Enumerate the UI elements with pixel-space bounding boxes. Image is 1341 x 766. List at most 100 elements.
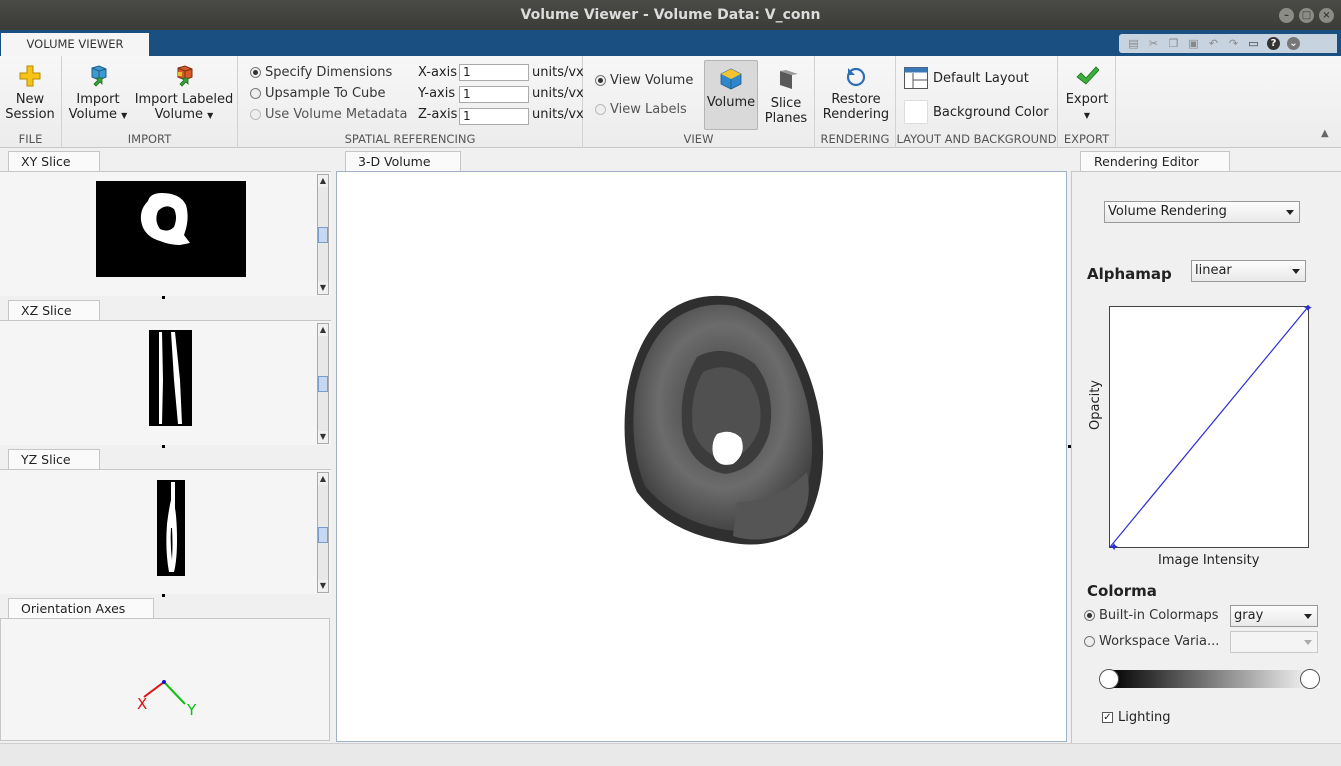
workspace-variable-radio[interactable]: Workspace Varia... (1084, 634, 1219, 649)
yz-slice-marker (162, 594, 165, 597)
scroll-up-icon[interactable]: ▲ (318, 175, 328, 187)
z-axis-input[interactable]: 1 (459, 108, 529, 125)
tab-orientation-axes[interactable]: Orientation Axes (8, 598, 154, 618)
alphamap-ylabel: Opacity (1088, 379, 1103, 430)
colormap-handle-left[interactable] (1099, 669, 1119, 689)
tab-yz-slice[interactable]: YZ Slice (8, 449, 100, 469)
toolstrip: New Session FILE Import Volume ▼ Import … (0, 56, 1341, 148)
window-icon[interactable]: ▭ (1247, 37, 1260, 50)
z-axis-units: units/vx (532, 107, 584, 122)
import-cube-icon (91, 65, 107, 87)
background-swatch (904, 100, 928, 124)
xz-slice-scrollbar[interactable]: ▲ ▼ (317, 323, 329, 444)
view-labels-radio[interactable]: View Labels (595, 102, 687, 117)
slice-planes-button[interactable]: Slice Planes (760, 68, 812, 126)
alphamap-title: Alphamap (1087, 265, 1172, 283)
volume-button[interactable]: Volume (704, 60, 758, 130)
scroll-thumb[interactable] (318, 227, 328, 243)
chevron-down-icon: ▼ (207, 111, 214, 120)
workspace-variable-dropdown[interactable] (1230, 631, 1318, 653)
new-session-button[interactable]: New Session (4, 64, 56, 122)
paste-icon[interactable]: ▣ (1187, 37, 1200, 50)
spatial-referencing-label: SPATIAL REFERENCING (344, 132, 476, 146)
alphamap-control-point[interactable]: ✦ (1109, 540, 1119, 551)
expand-icon[interactable]: ⌄ (1287, 37, 1300, 50)
scroll-thumb[interactable] (318, 527, 328, 543)
orientation-axes-widget[interactable] (1, 619, 331, 742)
view-group-label: VIEW (683, 132, 714, 146)
restore-rendering-button[interactable]: Restore Rendering (821, 64, 891, 122)
colormap-title: Colorma (1087, 582, 1157, 600)
scroll-up-icon[interactable]: ▲ (318, 473, 328, 485)
checkbox-icon: ✓ (1102, 712, 1113, 723)
xz-slice-image (149, 330, 192, 426)
upsample-to-cube-radio[interactable]: Upsample To Cube (250, 86, 386, 101)
slice-planes-icon (780, 70, 798, 89)
save-icon[interactable]: ▤ (1127, 37, 1140, 50)
x-axis-input[interactable]: 1 (459, 64, 529, 81)
copy-icon[interactable]: ❐ (1167, 37, 1180, 50)
yz-slice-panel: ▲ ▼ (0, 469, 331, 597)
tab-xy-slice[interactable]: XY Slice (8, 151, 100, 171)
use-volume-metadata-radio[interactable]: Use Volume Metadata (250, 107, 407, 122)
xz-slice-panel: ▲ ▼ (0, 320, 331, 448)
orientation-axes-panel: X Y (0, 618, 330, 741)
alphamap-control-point[interactable]: ✦ (1303, 305, 1312, 315)
import-labeled-volume-button[interactable]: Import Labeled Volume ▼ (134, 64, 234, 123)
scroll-thumb[interactable] (318, 376, 328, 392)
background-color-button[interactable]: Background Color (904, 100, 1049, 124)
xz-slice-marker (162, 445, 165, 448)
colormap-handle-right[interactable] (1300, 669, 1320, 689)
layout-background-label: LAYOUT AND BACKGROUND (896, 132, 1057, 146)
window-titlebar: Volume Viewer - Volume Data: V_conn – □ … (0, 0, 1341, 30)
tab-3d-volume[interactable]: 3-D Volume (345, 151, 461, 172)
xy-slice-scrollbar[interactable]: ▲ ▼ (317, 174, 329, 295)
colormap-gradient-bar[interactable] (1108, 670, 1320, 688)
xy-slice-shape (140, 193, 190, 245)
view-volume-radio[interactable]: View Volume (595, 73, 693, 88)
specify-dimensions-radio[interactable]: Specify Dimensions (250, 65, 392, 80)
chevron-down-icon (1292, 269, 1300, 274)
help-icon[interactable]: ? (1267, 37, 1280, 50)
axis-x-label: X (137, 695, 148, 713)
yz-slice-image (157, 480, 185, 576)
alphamap-mode-dropdown[interactable]: linear (1191, 260, 1306, 282)
default-layout-button[interactable]: Default Layout (904, 67, 1029, 89)
scroll-down-icon[interactable]: ▼ (318, 580, 328, 592)
import-volume-button[interactable]: Import Volume ▼ (68, 64, 128, 123)
tab-rendering-editor[interactable]: Rendering Editor (1080, 151, 1230, 172)
export-button[interactable]: Export ▼ (1062, 64, 1112, 123)
rendering-editor-panel: Volume Rendering Alphamap linear ✦ ✦ Opa… (1071, 171, 1341, 743)
rendering-group-label: RENDERING (820, 132, 890, 146)
window-title: Volume Viewer - Volume Data: V_conn (520, 7, 821, 23)
redo-icon[interactable]: ↷ (1227, 37, 1240, 50)
alphamap-plot[interactable]: ✦ ✦ (1108, 305, 1312, 551)
export-group: Export ▼ EXPORT (1058, 56, 1116, 148)
tab-xz-slice[interactable]: XZ Slice (8, 300, 100, 320)
y-axis-input[interactable]: 1 (459, 86, 529, 103)
yz-slice-shape (166, 482, 177, 572)
undo-icon[interactable]: ↶ (1207, 37, 1220, 50)
yz-slice-scrollbar[interactable]: ▲ ▼ (317, 472, 329, 593)
builtin-colormaps-radio[interactable]: Built-in Colormaps (1084, 608, 1219, 623)
scroll-down-icon[interactable]: ▼ (318, 431, 328, 443)
z-axis-label: Z-axis (418, 107, 458, 122)
file-group: New Session FILE (0, 56, 62, 148)
status-bar (0, 743, 1341, 766)
tab-volume-viewer[interactable]: VOLUME VIEWER (1, 33, 149, 56)
close-button[interactable]: × (1319, 8, 1334, 23)
rendering-mode-dropdown[interactable]: Volume Rendering (1104, 201, 1300, 223)
cut-icon[interactable]: ✂ (1147, 37, 1160, 50)
scroll-down-icon[interactable]: ▼ (318, 282, 328, 294)
collapse-toolstrip-icon[interactable]: ▲ (1321, 128, 1329, 139)
import-labeled-cube-icon (177, 65, 193, 87)
scroll-up-icon[interactable]: ▲ (318, 324, 328, 336)
minimize-button[interactable]: – (1279, 8, 1294, 23)
plus-icon (19, 65, 41, 87)
3d-volume-viewport[interactable] (336, 171, 1067, 742)
xy-slice-image (96, 181, 246, 277)
maximize-button[interactable]: □ (1299, 8, 1314, 23)
x-axis-units: units/vx (532, 65, 584, 80)
builtin-colormap-dropdown[interactable]: gray (1230, 605, 1318, 627)
lighting-checkbox[interactable]: ✓ Lighting (1102, 710, 1171, 725)
